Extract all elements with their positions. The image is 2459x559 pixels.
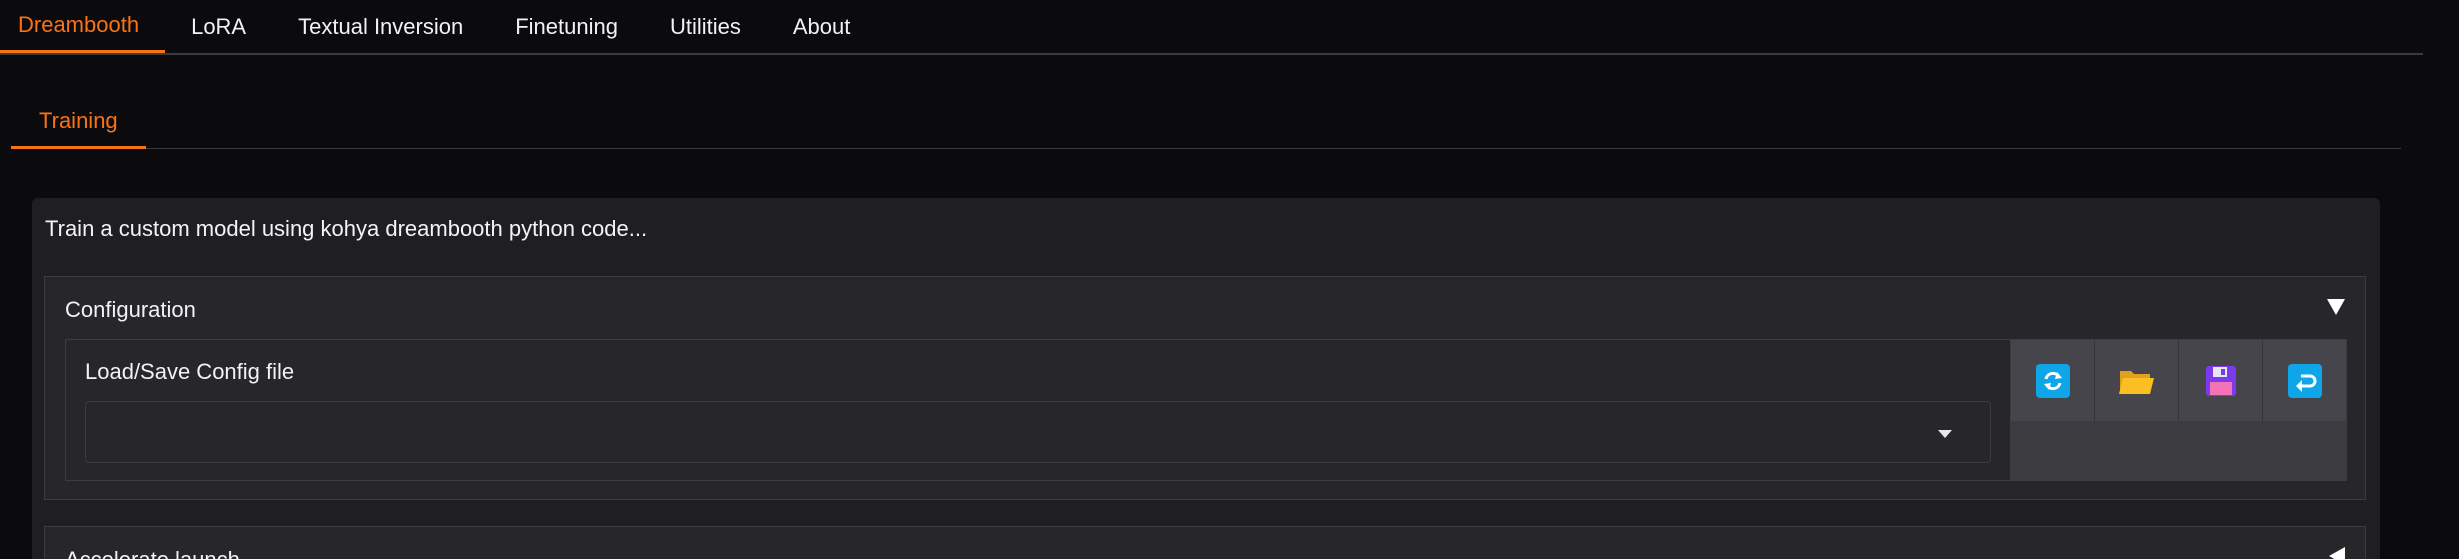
accelerate-accordion-title[interactable]: Accelerate launch [65,547,240,559]
app-page: Dreambooth LoRA Textual Inversion Finetu… [0,0,2459,559]
return-icon [2287,363,2322,398]
configuration-accordion: Configuration Load/Save Config file [44,276,2366,500]
open-folder-button[interactable] [2095,340,2179,421]
top-tab-bar: Dreambooth LoRA Textual Inversion Finetu… [0,0,2423,55]
tab-dreambooth[interactable]: Dreambooth [0,0,166,53]
tab-utilities[interactable]: Utilities [644,0,767,53]
accelerate-accordion: Accelerate launch [44,526,2366,559]
configuration-accordion-title[interactable]: Configuration [65,297,196,323]
tab-lora[interactable]: LoRA [165,0,272,53]
expand-triangle-icon[interactable] [2329,547,2345,559]
refresh-button[interactable] [2011,340,2095,421]
config-file-dropdown[interactable] [85,401,1991,463]
panel-description: Train a custom model using kohya dreambo… [45,216,648,241]
dropdown-caret-icon [1938,430,1952,438]
tab-about[interactable]: About [767,0,877,53]
config-file-field: Load/Save Config file [66,340,2011,480]
button-group-filler [2011,421,2346,480]
training-panel: Train a custom model using kohya dreambo… [32,198,2380,559]
config-button-group [2011,340,2346,480]
tab-finetuning[interactable]: Finetuning [489,0,644,53]
collapse-triangle-icon[interactable] [2327,299,2345,315]
config-file-box: Load/Save Config file [65,339,2347,481]
tab-training[interactable]: Training [11,96,146,149]
save-button[interactable] [2179,340,2263,421]
save-icon [2205,365,2236,396]
config-file-label: Load/Save Config file [85,359,295,384]
load-button[interactable] [2263,340,2346,421]
tab-textual-inversion[interactable]: Textual Inversion [272,0,489,53]
folder-open-icon [2118,370,2154,394]
sub-tab-bar: Training [11,96,2401,149]
refresh-icon [2035,363,2070,398]
